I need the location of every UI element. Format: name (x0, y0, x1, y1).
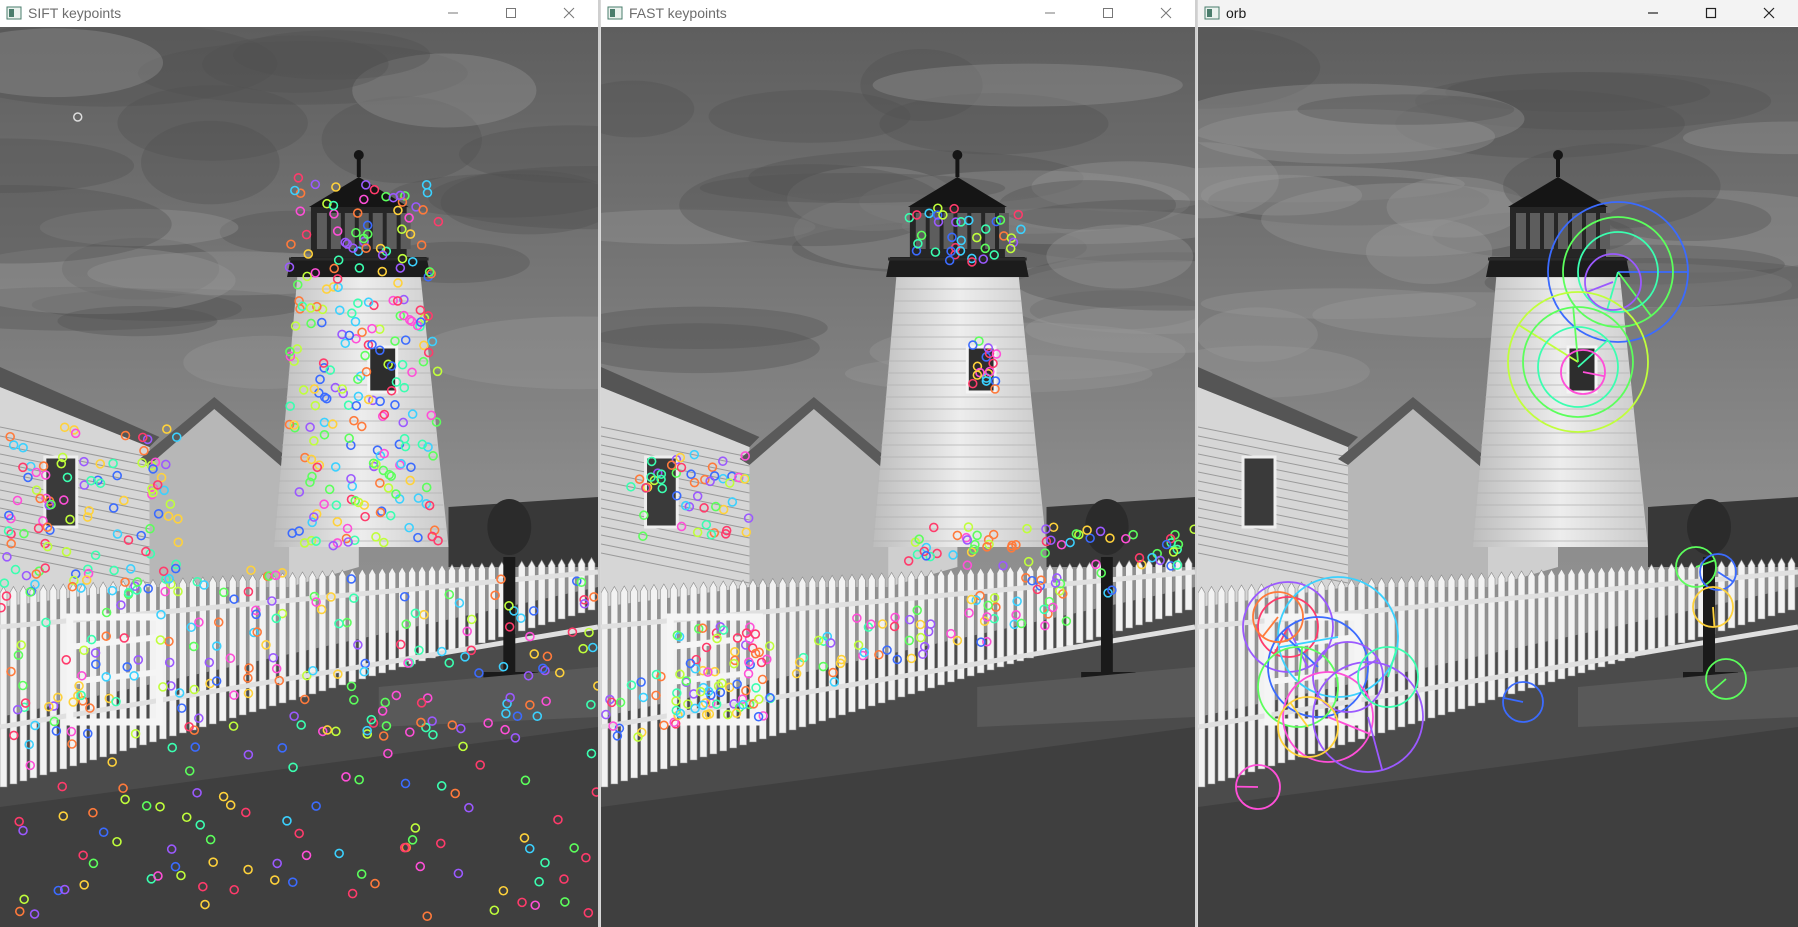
maximize-button[interactable] (482, 0, 540, 26)
maximize-icon (1705, 7, 1717, 19)
close-button[interactable] (540, 0, 598, 26)
minimize-button[interactable] (1021, 0, 1079, 26)
minimize-icon (448, 12, 458, 14)
maximize-icon (1103, 8, 1113, 18)
maximize-button[interactable] (1079, 0, 1137, 26)
maximize-icon (506, 8, 516, 18)
close-icon (563, 7, 575, 19)
minimize-button[interactable] (1624, 0, 1682, 26)
minimize-icon (1045, 12, 1055, 14)
window-title: FAST keypoints (629, 5, 727, 21)
close-button[interactable] (1137, 0, 1195, 26)
window-title: orb (1226, 5, 1247, 21)
fast-titlebar[interactable]: FAST keypoints (601, 0, 1195, 26)
scene-image (1198, 27, 1798, 927)
sift-image-canvas (0, 27, 598, 927)
close-icon (1763, 7, 1775, 19)
app-icon (1204, 6, 1220, 20)
orb-window[interactable]: orb (1198, 0, 1798, 927)
minimize-button[interactable] (424, 0, 482, 26)
maximize-button[interactable] (1682, 0, 1740, 26)
sift-window[interactable]: SIFT keypoints (0, 0, 600, 927)
scene-image (601, 27, 1195, 927)
app-icon (607, 6, 623, 20)
app-icon (6, 6, 22, 20)
fast-image-canvas (601, 27, 1195, 927)
orb-image-canvas (1198, 27, 1798, 927)
window-title: SIFT keypoints (28, 5, 122, 21)
orb-titlebar[interactable]: orb (1198, 0, 1798, 26)
fast-window[interactable]: FAST keypoints (601, 0, 1197, 927)
sift-titlebar[interactable]: SIFT keypoints (0, 0, 598, 26)
minimize-icon (1648, 12, 1658, 14)
close-button[interactable] (1740, 0, 1798, 26)
close-icon (1160, 7, 1172, 19)
